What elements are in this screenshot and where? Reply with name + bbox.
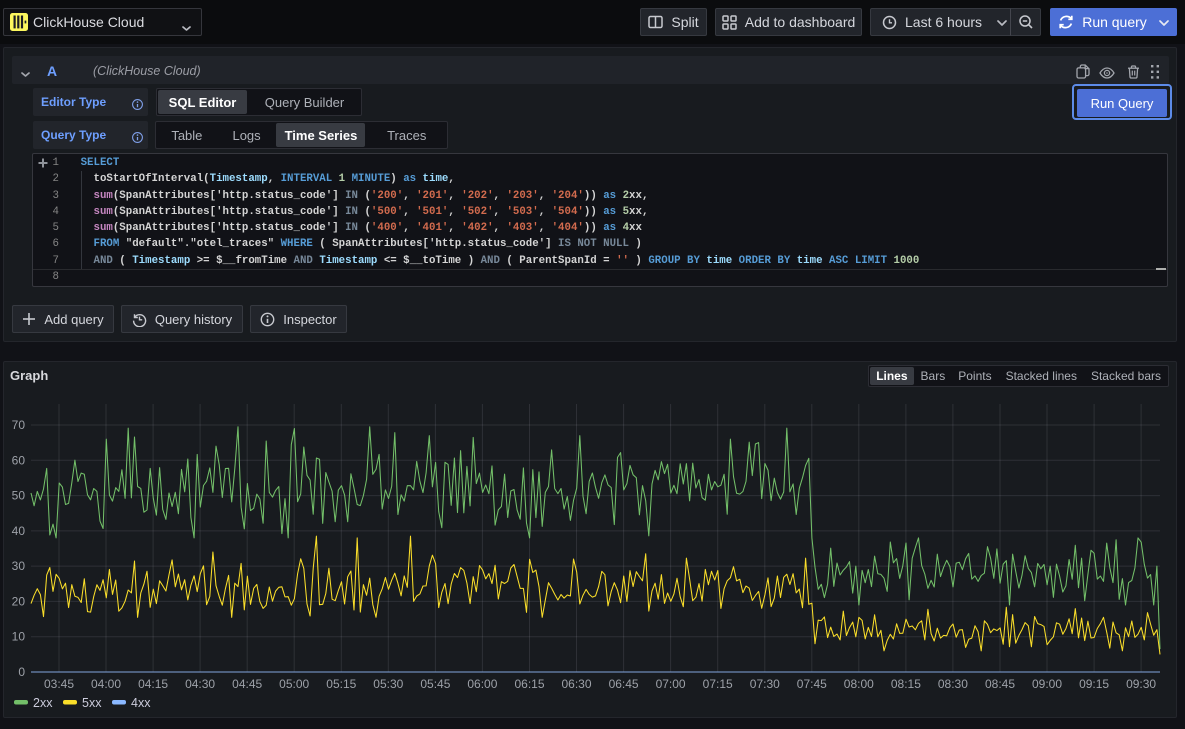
svg-text:4xx: 4xx <box>131 696 151 710</box>
svg-text:5xx: 5xx <box>82 696 102 710</box>
svg-text:2xx: 2xx <box>33 696 53 710</box>
